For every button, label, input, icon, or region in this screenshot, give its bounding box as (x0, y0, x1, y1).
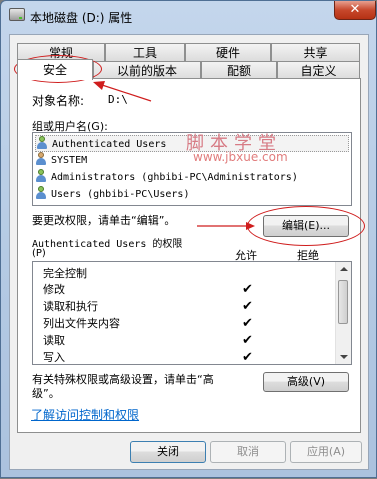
list-item[interactable]: SYSTEM (35, 152, 87, 169)
allow-check-icon: ✔ (242, 299, 253, 314)
close-icon[interactable]: ✕ (334, 1, 376, 20)
permission-item: 修改 (43, 283, 65, 296)
cancel-button[interactable]: 取消 (210, 441, 286, 463)
user-group-icon (35, 186, 47, 199)
tab-previous-versions[interactable]: 以前的版本 (93, 61, 201, 79)
permission-item: 读取 (43, 334, 65, 347)
allow-check-icon: ✔ (242, 316, 253, 331)
object-name-value: D:\ (108, 93, 128, 106)
watermark-url: www.jbxue.com (193, 150, 288, 164)
access-control-help-link[interactable]: 了解访问控制和权限 (31, 406, 139, 423)
title-bar[interactable]: 本地磁盘 (D:) 属性 ✕ (1, 1, 376, 29)
permissions-list: 完全控制 修改 读取和执行 列出文件夹内容 读取 写入 ✔ ✔ ✔ ✔ ✔ (32, 261, 352, 365)
edit-button-highlight (247, 206, 365, 246)
apply-button[interactable]: 应用(A) (290, 441, 362, 463)
properties-window: 本地磁盘 (D:) 属性 ✕ 常规 工具 硬件 共享 安全 以前的版本 配额 自… (0, 0, 377, 478)
edit-hint: 要更改权限，请单击“编辑”。 (32, 214, 176, 227)
close-button[interactable]: 关闭 (130, 441, 206, 463)
scroll-up-icon[interactable] (340, 267, 348, 271)
tab-tools[interactable]: 工具 (105, 43, 185, 61)
permissions-scrollbar[interactable] (335, 262, 351, 364)
tab-customize[interactable]: 自定义 (277, 61, 360, 79)
special-permissions-hint-line2: 级”。 (32, 387, 60, 400)
user-group-icon (36, 136, 48, 149)
drive-icon (9, 8, 25, 21)
user-icon (35, 152, 47, 165)
permission-item: 完全控制 (43, 267, 87, 280)
tab-sharing[interactable]: 共享 (271, 43, 360, 61)
object-name-label: 对象名称: (32, 94, 85, 108)
permission-item: 写入 (43, 351, 65, 364)
permissions-accelerator: (P) (32, 248, 46, 259)
advanced-button[interactable]: 高级(V) (263, 372, 349, 392)
permission-item: 列出文件夹内容 (43, 317, 120, 330)
tab-hardware[interactable]: 硬件 (185, 43, 271, 61)
user-group-icon (35, 169, 47, 182)
window-title: 本地磁盘 (D:) 属性 (30, 11, 133, 25)
allow-check-icon: ✔ (242, 350, 253, 365)
permissions-title: Authenticated Users 的权限 (32, 239, 183, 250)
list-item[interactable]: Users (ghbibi-PC\Users) (35, 186, 189, 203)
tab-quota[interactable]: 配额 (201, 61, 277, 79)
list-item[interactable]: Administrators (ghbibi-PC\Administrators… (35, 169, 298, 186)
permission-item: 读取和执行 (43, 300, 98, 313)
allow-check-icon: ✔ (242, 282, 253, 297)
allow-check-icon: ✔ (242, 333, 253, 348)
scroll-thumb[interactable] (338, 280, 348, 324)
scroll-down-icon[interactable] (340, 355, 348, 359)
tab-security[interactable]: 安全 (17, 59, 93, 80)
